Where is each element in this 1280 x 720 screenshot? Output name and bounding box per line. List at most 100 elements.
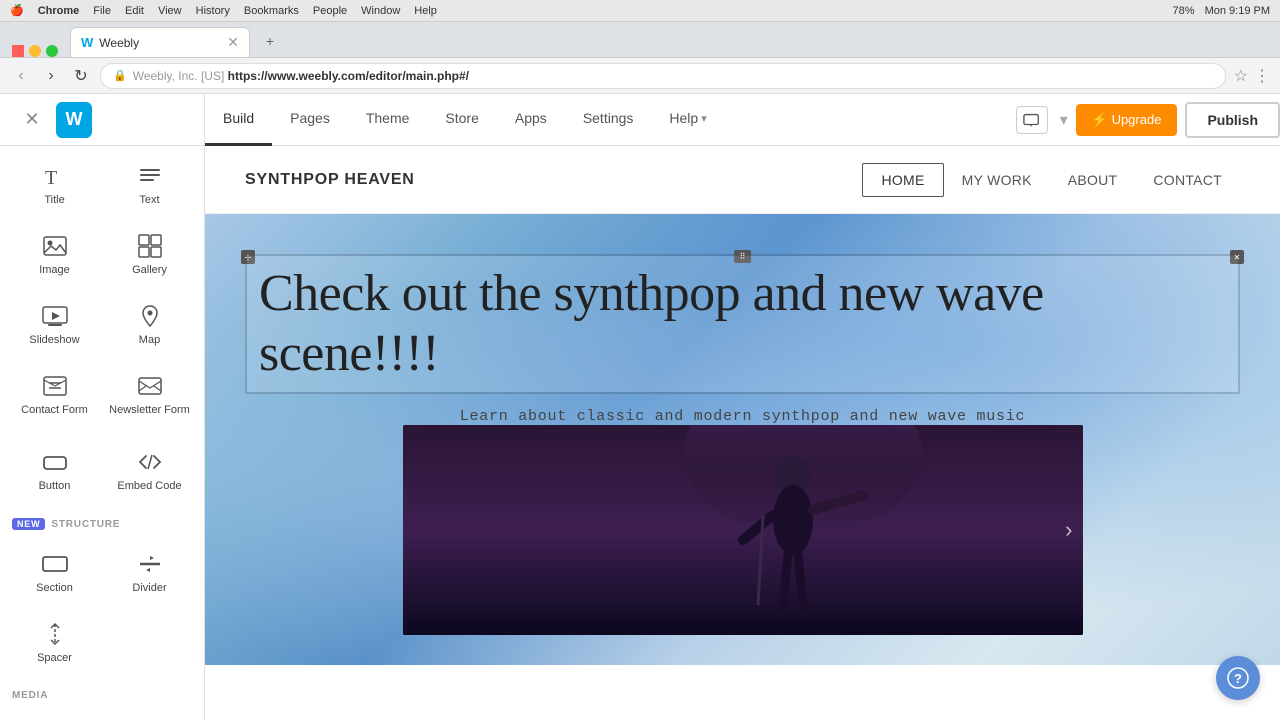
- editor-area: SYNTHPOP HEAVEN HOME MY WORK ABOUT CONTA…: [205, 146, 1280, 720]
- newsletter-label: Newsletter Form: [109, 404, 190, 417]
- site-header: SYNTHPOP HEAVEN HOME MY WORK ABOUT CONTA…: [205, 146, 1280, 214]
- hero-title-block[interactable]: ⊹ ⠿ ✕ Check out the synthpop and new wav…: [245, 254, 1240, 394]
- hero-title: Check out the synthpop and new wave scen…: [259, 264, 1226, 384]
- device-separator: ▾: [1060, 110, 1068, 130]
- nav-apps[interactable]: Apps: [497, 94, 565, 146]
- extensions-btn[interactable]: ☆: [1234, 66, 1248, 86]
- sidebar-item-newsletter[interactable]: Newsletter Form: [103, 360, 196, 428]
- minimize-window-btn[interactable]: [29, 45, 41, 57]
- text-label: Text: [139, 194, 159, 207]
- new-tag: NEW: [12, 518, 45, 530]
- embed-code-label: Embed Code: [117, 480, 181, 493]
- sidebar-item-button[interactable]: Button: [8, 436, 101, 504]
- sidebar-item-contact-form[interactable]: Contact Form: [8, 360, 101, 428]
- close-window-btn[interactable]: [12, 45, 24, 57]
- bookmarks-menu[interactable]: Bookmarks: [244, 5, 299, 17]
- slideshow-icon: [41, 302, 69, 330]
- help-fab-button[interactable]: ?: [1216, 656, 1260, 700]
- file-menu[interactable]: File: [93, 5, 111, 17]
- image-label: Image: [39, 264, 70, 277]
- map-label: Map: [139, 334, 160, 347]
- elements-grid-2: Button Embed Code: [0, 432, 204, 508]
- menu-btn[interactable]: ⋮: [1254, 66, 1270, 86]
- weebly-favicon: W: [81, 35, 93, 50]
- weebly-logo: W: [56, 102, 92, 138]
- media-grid: HD HD Video Audio: [0, 705, 204, 720]
- sidebar-item-gallery[interactable]: Gallery: [103, 220, 196, 288]
- address-bar: ‹ › ↻ 🔒 Weebly, Inc. [US] https://www.we…: [0, 58, 1280, 94]
- sidebar-item-text[interactable]: Text: [103, 150, 196, 218]
- main-layout: ✕ W T Title Text: [0, 94, 1280, 720]
- url-input[interactable]: 🔒 Weebly, Inc. [US] https://www.weebly.c…: [100, 63, 1226, 89]
- help-chevron-icon: ▾: [701, 112, 707, 125]
- nav-settings[interactable]: Settings: [565, 94, 652, 146]
- sidebar-item-section[interactable]: Section: [8, 538, 101, 606]
- nav-help[interactable]: Help ▾: [651, 94, 724, 146]
- chrome-tab-bar: W Weebly ✕ +: [0, 22, 1280, 58]
- media-section-label: MEDIA: [0, 680, 204, 705]
- nav-right-actions: ▾ ⚡ Upgrade Publish: [1016, 102, 1280, 138]
- close-editor-btn[interactable]: ✕: [16, 104, 48, 136]
- image-icon: [41, 232, 69, 260]
- slideshow-label: Slideshow: [29, 334, 79, 347]
- sidebar-item-divider[interactable]: Divider: [103, 538, 196, 606]
- view-menu[interactable]: View: [158, 5, 182, 17]
- sidebar-item-embed-code[interactable]: Embed Code: [103, 436, 196, 504]
- site-nav-contact[interactable]: CONTACT: [1135, 164, 1240, 196]
- sidebar-item-image[interactable]: Image: [8, 220, 101, 288]
- reload-btn[interactable]: ↻: [70, 66, 92, 86]
- chrome-tab[interactable]: W Weebly ✕: [70, 27, 250, 57]
- contact-form-label: Contact Form: [21, 404, 88, 417]
- device-toggle-btn[interactable]: [1016, 106, 1048, 134]
- sidebar-item-title[interactable]: T Title: [8, 150, 101, 218]
- svg-text:T: T: [45, 167, 57, 189]
- nav-theme[interactable]: Theme: [348, 94, 428, 146]
- people-menu[interactable]: People: [313, 5, 347, 17]
- text-icon: [136, 162, 164, 190]
- title-label: Title: [44, 194, 64, 207]
- site-nav-about[interactable]: ABOUT: [1050, 164, 1136, 196]
- history-menu[interactable]: History: [196, 5, 230, 17]
- new-tab-button[interactable]: +: [256, 27, 284, 55]
- concert-figure: ›: [403, 425, 1083, 635]
- structure-section-label: NEW STRUCTURE: [0, 508, 204, 534]
- spacer-icon: [41, 620, 69, 648]
- concert-photo: ›: [403, 425, 1083, 635]
- sidebar: ✕ W T Title Text: [0, 94, 205, 720]
- sidebar-item-spacer[interactable]: Spacer: [8, 608, 101, 676]
- divider-label: Divider: [132, 582, 166, 595]
- hero-section: ⊹ ⠿ ✕ Check out the synthpop and new wav…: [205, 214, 1280, 665]
- structure-grid: Section Divider: [0, 534, 204, 680]
- divider-icon: [136, 550, 164, 578]
- tab-title: Weebly: [99, 36, 139, 50]
- help-fab-icon: ?: [1227, 667, 1249, 689]
- nav-build[interactable]: Build: [205, 94, 272, 146]
- nav-store[interactable]: Store: [427, 94, 496, 146]
- site-nav-mywork[interactable]: MY WORK: [944, 164, 1050, 196]
- concert-next-btn[interactable]: ›: [1065, 517, 1072, 543]
- site-nav-home[interactable]: HOME: [862, 163, 943, 197]
- hero-subtitle: Learn about classic and modern synthpop …: [460, 408, 1026, 425]
- tab-close-btn[interactable]: ✕: [227, 34, 239, 51]
- spacer-label: Spacer: [37, 652, 72, 665]
- weebly-nav: Build Pages Theme Store Apps Settings He…: [205, 94, 1280, 146]
- window-menu[interactable]: Window: [361, 5, 400, 17]
- sidebar-item-hd-video[interactable]: HD HD Video: [8, 709, 101, 720]
- help-menu[interactable]: Help: [414, 5, 437, 17]
- upgrade-button[interactable]: ⚡ Upgrade: [1076, 104, 1178, 136]
- button-icon: [41, 448, 69, 476]
- nav-pages[interactable]: Pages: [272, 94, 348, 146]
- sidebar-item-slideshow[interactable]: Slideshow: [8, 290, 101, 358]
- sidebar-item-audio[interactable]: Audio: [103, 709, 196, 720]
- section-icon: [41, 550, 69, 578]
- publish-button[interactable]: Publish: [1185, 102, 1280, 138]
- map-icon: [136, 302, 164, 330]
- back-btn[interactable]: ‹: [10, 67, 32, 85]
- sidebar-item-map[interactable]: Map: [103, 290, 196, 358]
- newsletter-icon: [136, 372, 164, 400]
- edit-menu[interactable]: Edit: [125, 5, 144, 17]
- forward-btn[interactable]: ›: [40, 67, 62, 85]
- site-nav: HOME MY WORK ABOUT CONTACT: [862, 163, 1240, 197]
- apple-menu[interactable]: 🍎: [10, 4, 24, 17]
- maximize-window-btn[interactable]: [46, 45, 58, 57]
